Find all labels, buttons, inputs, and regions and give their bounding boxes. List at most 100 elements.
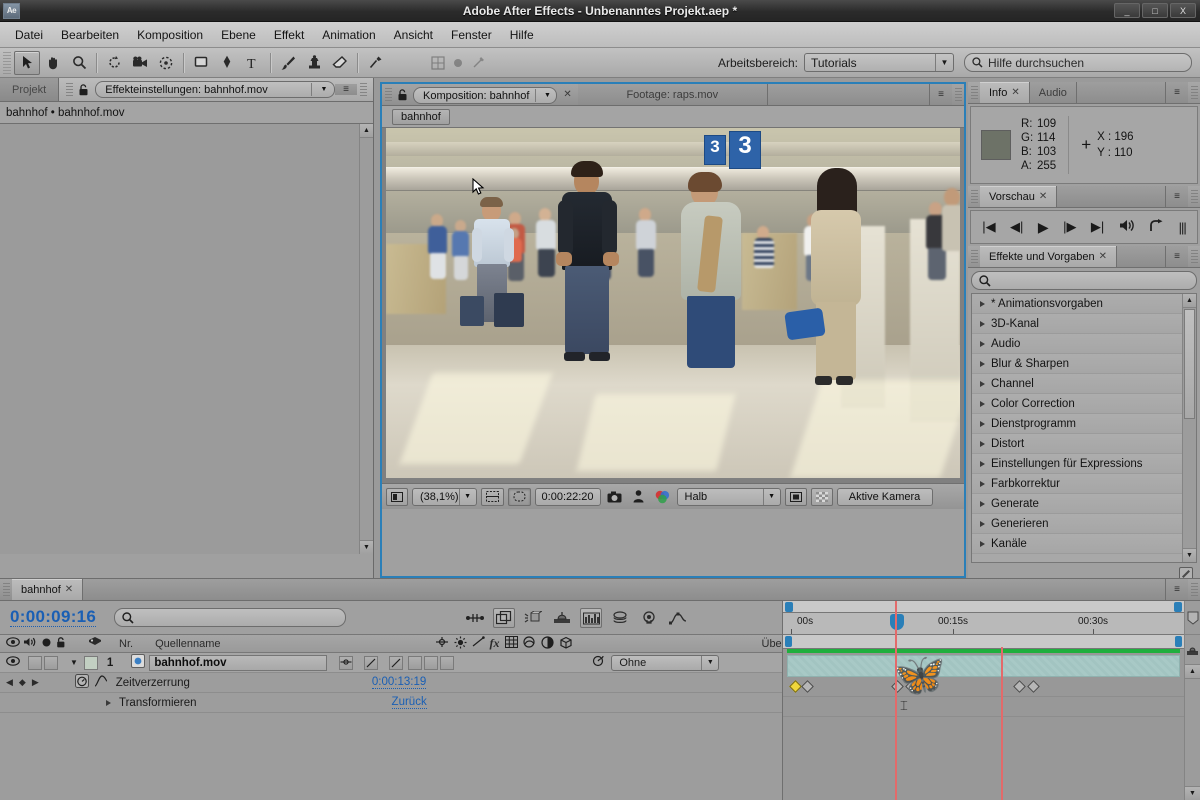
pen-tool[interactable]: [214, 51, 240, 75]
layer-label-color[interactable]: [83, 655, 98, 670]
fx-category-animationsvorgaben[interactable]: * Animationsvorgaben: [972, 294, 1196, 314]
previous-keyframe-icon[interactable]: ◀: [6, 677, 13, 688]
keyframe[interactable]: [789, 680, 802, 693]
ram-preview-button[interactable]: |||: [1179, 220, 1187, 235]
keyframe-row-transformieren[interactable]: ⌶: [783, 697, 1184, 717]
menu-hilfe[interactable]: Hilfe: [501, 25, 543, 45]
comp-lock-icon[interactable]: [394, 84, 410, 105]
fx-category-dienstprogramm[interactable]: Dienstprogramm: [972, 414, 1196, 434]
fx-category-expressions[interactable]: Einstellungen für Expressions: [972, 454, 1196, 474]
motion-blur-switch-icon[interactable]: [472, 636, 485, 651]
scroll-up-button[interactable]: ▲: [1183, 294, 1196, 308]
zoom-level-select[interactable]: (38,1%) ▼: [412, 487, 477, 506]
effects-search-input[interactable]: [971, 271, 1197, 290]
toolbar-grip[interactable]: [3, 51, 11, 74]
workspace-select[interactable]: Tutorials ▼: [804, 53, 954, 72]
current-time-indicator-marker[interactable]: [890, 614, 904, 630]
breadcrumb-bahnhof[interactable]: bahnhof: [392, 108, 450, 125]
comp-marker-bin-icon[interactable]: [1185, 601, 1200, 635]
solo-icon[interactable]: [41, 637, 52, 651]
comp-grip[interactable]: [385, 87, 392, 102]
tab-vorschau[interactable]: Vorschau ✕: [980, 186, 1058, 207]
camera-tool[interactable]: [127, 51, 153, 75]
adjustment-layer-icon[interactable]: [540, 635, 554, 652]
layer-quality-switch[interactable]: [389, 655, 404, 670]
frame-blending-icon[interactable]: [504, 636, 518, 651]
eraser-tool[interactable]: [327, 51, 353, 75]
show-snapshot-icon[interactable]: [629, 487, 649, 507]
clone-stamp-tool[interactable]: [301, 51, 327, 75]
preview-grip-right[interactable]: [1191, 189, 1198, 204]
preview-panel-menu-icon[interactable]: ≡: [1166, 186, 1188, 207]
info-panel-menu-icon[interactable]: ≡: [1166, 82, 1188, 103]
brainstorm-icon[interactable]: [551, 608, 573, 628]
timeline-property-row-transformieren[interactable]: Transformieren Zurück: [0, 693, 782, 713]
help-search-input[interactable]: Hilfe durchsuchen: [964, 53, 1192, 72]
fx-category-channel[interactable]: Channel: [972, 374, 1196, 394]
video-frame[interactable]: 3 3: [386, 128, 960, 478]
last-frame-button[interactable]: ▶|: [1091, 219, 1104, 235]
close-icon[interactable]: ✕: [1099, 251, 1107, 262]
composition-mini-flowchart-icon[interactable]: [464, 608, 486, 628]
tab-footage[interactable]: Footage: raps.mov: [577, 84, 768, 105]
work-area-start-handle[interactable]: [785, 602, 793, 612]
tab-info[interactable]: Info ✕: [980, 82, 1030, 103]
fx-category-distort[interactable]: Distort: [972, 434, 1196, 454]
effects-grip[interactable]: [971, 249, 978, 264]
nav-start-handle[interactable]: [785, 636, 792, 647]
scroll-down-button[interactable]: ▼: [1183, 548, 1196, 562]
tab-projekt[interactable]: Projekt: [0, 78, 60, 101]
minimize-button[interactable]: _: [1114, 3, 1140, 18]
close-button[interactable]: X: [1170, 3, 1196, 18]
scroll-up-button[interactable]: ▲: [1185, 665, 1200, 679]
keyframe[interactable]: [1027, 680, 1040, 693]
chevron-down-icon[interactable]: ▼: [70, 658, 78, 667]
fx-category-farbkorrektur[interactable]: Farbkorrektur: [972, 474, 1196, 494]
3d-layer-icon[interactable]: [559, 636, 573, 652]
pan-behind-tool[interactable]: [153, 51, 179, 75]
comp-panel-menu-icon[interactable]: ≡: [930, 84, 952, 105]
scroll-down-button[interactable]: ▼: [1185, 786, 1200, 800]
scroll-thumb[interactable]: [1184, 309, 1195, 419]
puppet-pin-tool[interactable]: [362, 51, 388, 75]
layer-duration-bar[interactable]: [787, 655, 1180, 677]
effects-panel-menu-icon[interactable]: ≡: [1166, 246, 1188, 267]
layer-audio-toggle[interactable]: [28, 655, 42, 670]
info-grip-right[interactable]: [1191, 85, 1198, 100]
hand-tool[interactable]: [40, 51, 66, 75]
snapping-icon[interactable]: [448, 53, 468, 73]
time-ruler[interactable]: 00s 00:15s 00:30s: [783, 613, 1184, 635]
comp-grip-right[interactable]: [955, 87, 962, 102]
menu-datei[interactable]: Datei: [6, 25, 52, 45]
tab-audio[interactable]: Audio: [1029, 82, 1077, 103]
previous-frame-button[interactable]: ◀|: [1010, 219, 1023, 235]
keyframe[interactable]: [1013, 680, 1026, 693]
graph-editor-icon[interactable]: [667, 608, 689, 628]
close-tab-icon[interactable]: ✕: [557, 84, 577, 105]
effect-controls-dropdown[interactable]: Effekteinstellungen: bahnhof.mov ▼: [95, 81, 335, 98]
anchor-point-icon[interactable]: [435, 636, 449, 651]
layer-solo-toggle[interactable]: [44, 655, 58, 670]
layer-effects-switch[interactable]: [408, 655, 423, 670]
parent-pick-whip-icon[interactable]: [592, 655, 605, 670]
effects-fx-icon[interactable]: fx: [490, 636, 500, 651]
tab-effekte-und-vorgaben[interactable]: Effekte und Vorgaben ✕: [980, 246, 1117, 267]
fx-category-3d-kanal[interactable]: 3D-Kanal: [972, 314, 1196, 334]
menu-komposition[interactable]: Komposition: [128, 25, 212, 45]
graph-editor-curve-icon[interactable]: [94, 675, 108, 690]
chevron-right-icon[interactable]: [106, 699, 111, 706]
close-icon[interactable]: ✕: [1011, 87, 1019, 98]
grid-guides-icon[interactable]: [428, 53, 448, 73]
fx-category-blur-sharpen[interactable]: Blur & Sharpen: [972, 354, 1196, 374]
timeline-grip-right[interactable]: [1191, 582, 1198, 597]
transparency-grid-button[interactable]: [810, 487, 833, 506]
panel-grip-right[interactable]: [360, 82, 367, 97]
region-interest-toggle[interactable]: [784, 487, 807, 506]
resolution-select[interactable]: Halb ▼: [676, 487, 781, 506]
fx-category-generate[interactable]: Generate: [972, 494, 1196, 514]
next-keyframe-icon[interactable]: ▶: [32, 677, 39, 688]
audio-icon[interactable]: [23, 637, 37, 650]
panel-menu-icon[interactable]: ≡: [335, 84, 357, 95]
layer-parent-select[interactable]: Ohne ▼: [611, 654, 720, 671]
zoom-tool[interactable]: [66, 51, 92, 75]
